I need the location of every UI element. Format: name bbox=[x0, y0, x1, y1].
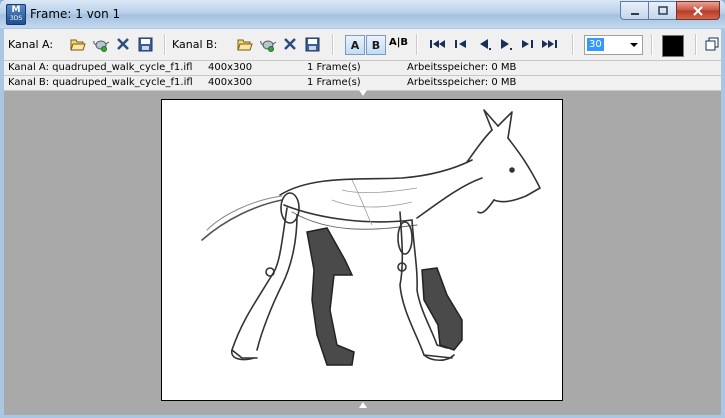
dog-sketch-image bbox=[201, 109, 541, 366]
play-forward-button[interactable] bbox=[496, 35, 514, 53]
channel-b-resolution: 400x300 bbox=[208, 77, 253, 88]
save-channel-b-button[interactable] bbox=[303, 35, 321, 53]
teapot-icon bbox=[260, 40, 276, 52]
open-last-channel-b-button[interactable] bbox=[259, 35, 277, 53]
toolbar-separator bbox=[416, 34, 418, 55]
channel-a-toggle[interactable]: A bbox=[345, 35, 365, 55]
split-screen-toggle[interactable]: A|B bbox=[389, 37, 408, 48]
channel-b-label: Kanal B: bbox=[172, 38, 218, 51]
image-viewport[interactable] bbox=[161, 99, 563, 401]
duplicate-window-button[interactable] bbox=[703, 35, 721, 53]
minimize-icon bbox=[630, 12, 639, 15]
teapot-icon bbox=[93, 40, 109, 52]
channel-b-memory: Arbeitsspeicher: 0 MB bbox=[407, 77, 517, 88]
client-area: Kanal A: Kanal B: A B A|B 30 Kanal A: qu… bbox=[4, 29, 721, 415]
open-channel-b-button[interactable] bbox=[236, 35, 254, 53]
channel-a-filename: Kanal A: quadruped_walk_cycle_f1.ifl bbox=[8, 62, 193, 73]
maximize-icon bbox=[657, 5, 668, 15]
channel-b-info-row: Kanal B: quadruped_walk_cycle_f1.ifl 400… bbox=[4, 76, 721, 91]
toolbar-separator bbox=[332, 34, 334, 55]
save-icon bbox=[138, 37, 152, 51]
channel-a-frame-count: 1 Frame(s) bbox=[307, 62, 361, 73]
chevron-down-icon bbox=[630, 43, 638, 47]
play-forward-icon bbox=[501, 39, 512, 50]
channel-b-frame-count: 1 Frame(s) bbox=[307, 77, 361, 88]
maximize-button[interactable] bbox=[648, 1, 677, 20]
previous-frame-icon bbox=[455, 40, 466, 48]
frame-rate-value: 30 bbox=[587, 38, 604, 51]
open-folder-icon bbox=[70, 39, 86, 51]
go-to-start-button[interactable] bbox=[429, 35, 447, 53]
toolbar-separator bbox=[695, 34, 697, 55]
next-frame-button[interactable] bbox=[517, 35, 535, 53]
app-icon[interactable]: M 3DS bbox=[6, 4, 26, 25]
title-bar[interactable]: M 3DS Frame: 1 von 1 bbox=[0, 0, 725, 28]
save-channel-a-button[interactable] bbox=[136, 35, 154, 53]
background-color-swatch[interactable] bbox=[662, 35, 684, 57]
close-button[interactable] bbox=[676, 1, 720, 20]
channel-a-info-row: Kanal A: quadruped_walk_cycle_f1.ifl 400… bbox=[4, 61, 721, 76]
open-folder-icon bbox=[237, 39, 253, 51]
open-channel-a-button[interactable] bbox=[69, 35, 87, 53]
channel-a-resolution: 400x300 bbox=[208, 62, 253, 73]
go-to-end-button[interactable] bbox=[540, 35, 558, 53]
go-to-start-icon bbox=[430, 40, 445, 48]
toolbar-separator bbox=[572, 34, 574, 55]
split-marker-top[interactable] bbox=[359, 90, 367, 96]
toolbar-separator bbox=[164, 34, 166, 55]
toolbar: Kanal A: Kanal B: A B A|B 30 bbox=[4, 29, 721, 61]
channel-b-filename: Kanal B: quadruped_walk_cycle_f1.ifl bbox=[8, 77, 193, 88]
play-reverse-icon bbox=[480, 39, 491, 50]
channel-a-memory: Arbeitsspeicher: 0 MB bbox=[407, 62, 517, 73]
close-channel-b-button[interactable] bbox=[281, 35, 299, 53]
previous-frame-button[interactable] bbox=[453, 35, 471, 53]
play-reverse-button[interactable] bbox=[476, 35, 494, 53]
window-title: Frame: 1 von 1 bbox=[30, 7, 121, 21]
ram-player-window: M 3DS Frame: 1 von 1 Kanal A: Kanal B: A… bbox=[0, 0, 725, 418]
close-channel-a-button[interactable] bbox=[114, 35, 132, 53]
channel-b-toggle[interactable]: B bbox=[366, 35, 386, 55]
split-marker-bottom[interactable] bbox=[359, 402, 367, 408]
save-icon bbox=[305, 37, 319, 51]
copy-window-icon bbox=[705, 37, 719, 51]
x-icon bbox=[117, 38, 129, 50]
open-last-channel-a-button[interactable] bbox=[92, 35, 110, 53]
channel-a-label: Kanal A: bbox=[8, 38, 54, 51]
toolbar-separator bbox=[651, 34, 653, 55]
next-frame-icon bbox=[522, 40, 533, 48]
go-to-end-icon bbox=[542, 40, 557, 48]
close-icon bbox=[693, 5, 703, 16]
minimize-button[interactable] bbox=[620, 1, 649, 20]
window-controls bbox=[620, 1, 720, 20]
frame-rate-dropdown[interactable]: 30 bbox=[584, 35, 643, 55]
x-icon bbox=[284, 38, 296, 50]
